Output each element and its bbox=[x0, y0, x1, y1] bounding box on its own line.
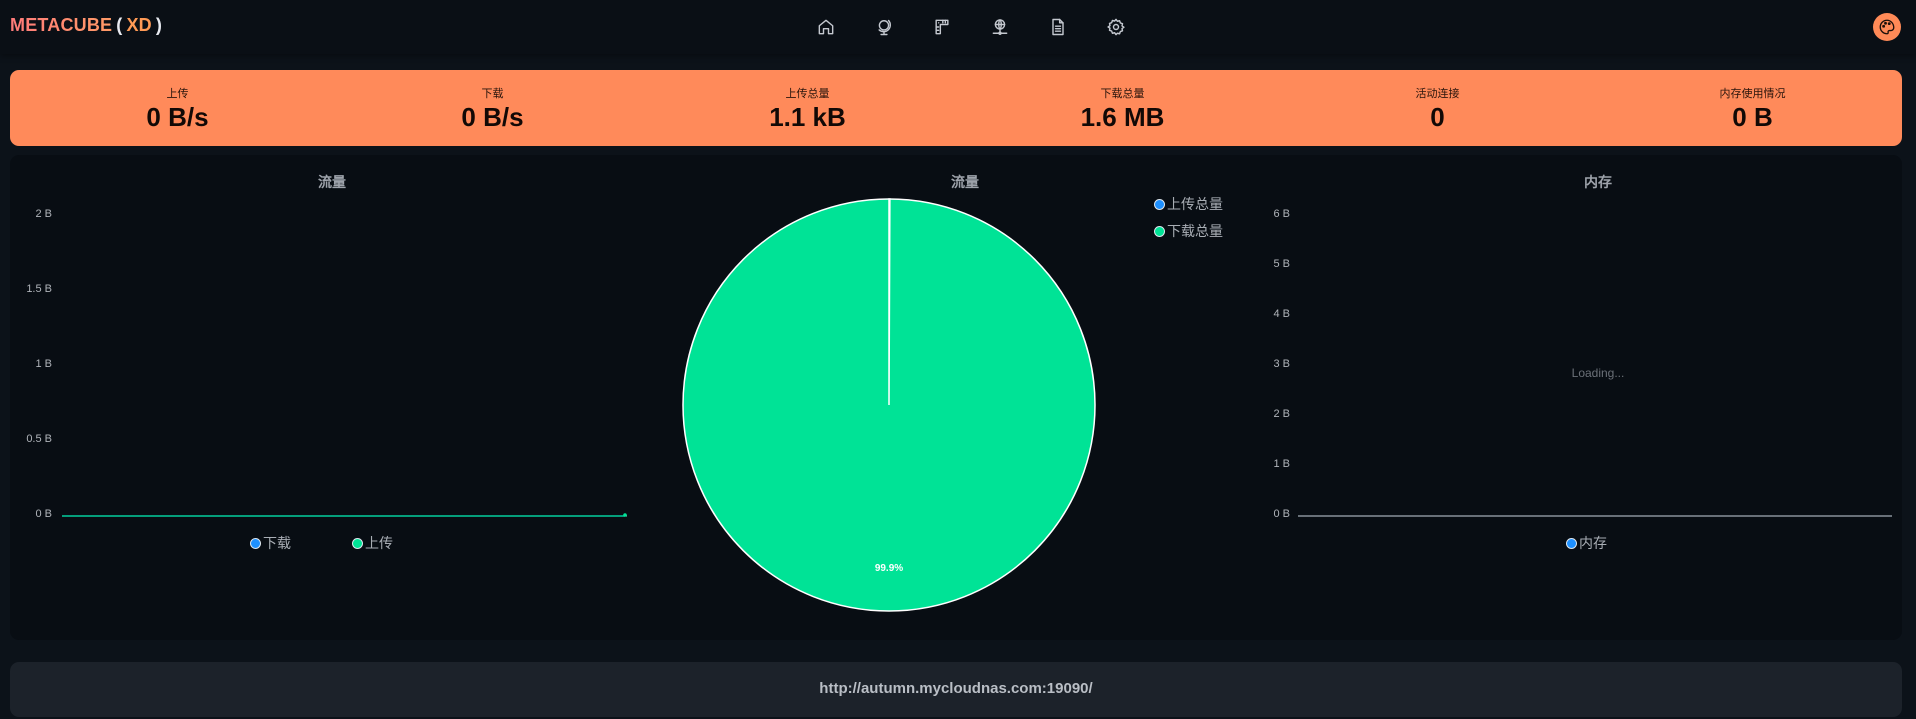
traffic-pie-chart: 99.9% bbox=[682, 198, 1096, 612]
home-icon bbox=[818, 19, 834, 35]
backend-url-link[interactable]: http://autumn.mycloudnas.com:19090/ bbox=[10, 680, 1902, 697]
legend-upload-total[interactable]: 上传总量 bbox=[1154, 194, 1223, 214]
y-tick-label: 3 B bbox=[1273, 358, 1290, 370]
legend-dot bbox=[1154, 225, 1165, 237]
brand-suffix: XD bbox=[126, 15, 152, 35]
y-tick-label: 2 B bbox=[1273, 408, 1290, 420]
stat-download-speed: 下载 0 B/s bbox=[335, 70, 650, 146]
gear-icon bbox=[1107, 18, 1125, 36]
stat-upload-total: 上传总量 1.1 kB bbox=[650, 70, 965, 146]
stat-download-total: 下载总量 1.6 MB bbox=[965, 70, 1280, 146]
stat-label: 内存使用情况 bbox=[1719, 88, 1786, 100]
main-nav bbox=[797, 14, 1145, 40]
brand-open-paren: ( bbox=[116, 15, 123, 35]
globe-icon bbox=[878, 19, 891, 36]
traffic-pie-title: 流量 bbox=[951, 174, 979, 190]
memory-plot-area bbox=[1298, 515, 1892, 517]
traffic-plot-area bbox=[62, 513, 627, 517]
brand-logo[interactable]: METACUBE ( XD ) bbox=[10, 15, 166, 36]
y-tick-label: 0 B bbox=[1273, 508, 1290, 520]
legend-label: 内存 bbox=[1579, 535, 1607, 551]
stats-panel: 上传 0 B/s 下载 0 B/s 上传总量 1.1 kB 下载总量 1.6 M… bbox=[10, 70, 1902, 146]
y-tick-label: 4 B bbox=[1273, 308, 1290, 320]
legend-dot bbox=[1566, 537, 1577, 549]
legend-download[interactable]: 下载 bbox=[250, 533, 291, 553]
stat-label: 活动连接 bbox=[1415, 88, 1460, 100]
stat-value: 0 B bbox=[1732, 102, 1773, 132]
memory-loading-text: Loading... bbox=[1571, 366, 1625, 380]
network-icon bbox=[992, 19, 1008, 35]
nav-rules[interactable] bbox=[913, 14, 971, 40]
legend-label: 下载 bbox=[263, 535, 291, 551]
stat-value: 0 bbox=[1430, 102, 1445, 132]
footer-bar: http://autumn.mycloudnas.com:19090/ bbox=[10, 662, 1902, 717]
stat-active-connections: 活动连接 0 bbox=[1280, 70, 1595, 146]
stat-value: 0 B/s bbox=[146, 102, 209, 132]
nav-logs[interactable] bbox=[1029, 14, 1087, 40]
legend-label: 上传 bbox=[365, 535, 393, 551]
stat-value: 1.1 kB bbox=[769, 102, 846, 132]
nav-settings[interactable] bbox=[1087, 14, 1145, 40]
stat-label: 上传 bbox=[166, 88, 189, 100]
stat-value: 0 B/s bbox=[461, 102, 524, 132]
series-end-marker bbox=[623, 513, 627, 517]
nav-connections[interactable] bbox=[971, 14, 1029, 40]
stat-label: 上传总量 bbox=[785, 88, 830, 100]
legend-memory[interactable]: 内存 bbox=[1566, 533, 1607, 553]
legend-dot bbox=[250, 537, 261, 549]
stat-upload-speed: 上传 0 B/s bbox=[20, 70, 335, 146]
legend-dot bbox=[352, 537, 363, 549]
nav-proxies[interactable] bbox=[855, 14, 913, 40]
brand-name: METACUBE bbox=[10, 15, 113, 35]
brand-close-paren: ) bbox=[155, 15, 163, 35]
palette-icon bbox=[1879, 19, 1895, 35]
nav-home[interactable] bbox=[797, 14, 855, 40]
y-tick-label: 6 B bbox=[1273, 208, 1290, 220]
y-tick-label: 1 B bbox=[1273, 458, 1290, 470]
stat-label: 下载总量 bbox=[1100, 88, 1145, 100]
stat-memory-usage: 内存使用情况 0 B bbox=[1595, 70, 1910, 146]
stat-label: 下载 bbox=[481, 88, 504, 100]
legend-label: 上传总量 bbox=[1167, 196, 1223, 212]
stat-value: 1.6 MB bbox=[1080, 102, 1165, 132]
top-bar: METACUBE ( XD ) bbox=[0, 0, 1916, 54]
charts-panel: 流量 2 B 1.5 B 1 B 0.5 B 0 B 下载 上传 流量 99.9… bbox=[10, 155, 1902, 640]
logs-icon bbox=[1052, 18, 1064, 36]
legend-upload[interactable]: 上传 bbox=[352, 533, 393, 553]
pie-slice-upload-total bbox=[888, 198, 891, 406]
legend-label: 下载总量 bbox=[1167, 223, 1223, 239]
y-tick-label: 5 B bbox=[1273, 258, 1290, 270]
legend-dot bbox=[1154, 198, 1165, 210]
pie-data-label: 99.9% bbox=[875, 563, 903, 574]
theme-button[interactable] bbox=[1873, 13, 1901, 41]
legend-download-total[interactable]: 下载总量 bbox=[1154, 221, 1223, 241]
rules-icon bbox=[935, 19, 949, 35]
